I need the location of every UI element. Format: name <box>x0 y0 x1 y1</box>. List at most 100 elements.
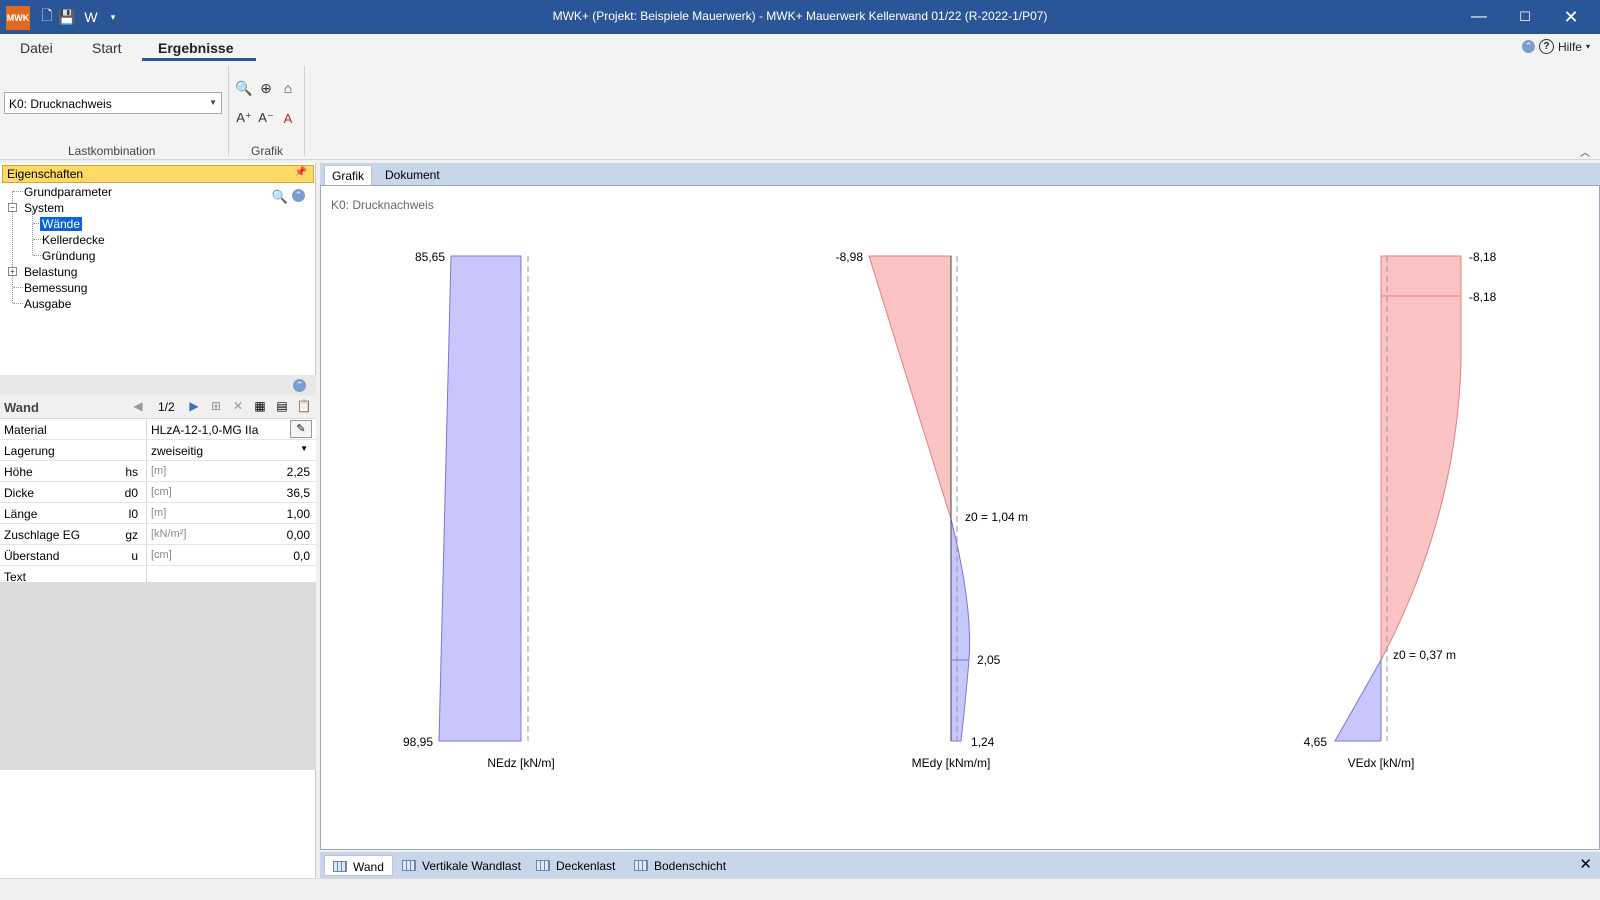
row-label: Höhe <box>4 465 33 479</box>
dicke-field[interactable]: [cm] 36,5 <box>146 482 314 502</box>
row-unit: [cm] <box>151 486 172 498</box>
help-icon: ? <box>1538 39 1554 54</box>
tree-collapse-icon[interactable]: − <box>8 203 17 212</box>
table-icon <box>402 860 416 871</box>
ueberstand-field[interactable]: [cm] 0,0 <box>146 545 314 565</box>
tree-item-belastung[interactable]: Belastung <box>24 265 77 279</box>
close-icon[interactable]: ✕ <box>1579 855 1592 873</box>
collapse-up-icon[interactable]: ⌃ <box>292 189 305 202</box>
tree-guide <box>13 191 23 192</box>
row-symbol: u <box>131 549 138 563</box>
table-row: Länge l0 [m] 1,00 <box>0 503 316 524</box>
window-title: MWK+ (Projekt: Beispiele Mauerwerk) - MW… <box>552 9 1048 23</box>
panel-title: Eigenschaften <box>7 167 84 181</box>
tree-item-kellerdecke[interactable]: Kellerdecke <box>42 233 105 247</box>
material-field[interactable]: HLzA-12-1,0-MG IIa ✎ <box>146 419 314 439</box>
row-symbol: d0 <box>124 486 138 500</box>
tab-dokument[interactable]: Dokument <box>378 165 447 185</box>
tab-start[interactable]: Start <box>92 40 122 56</box>
hoehe-field[interactable]: [m] 2,25 <box>146 461 314 481</box>
tree-guide <box>13 303 23 304</box>
vedx-bottom-label: 4,65 <box>1304 735 1328 749</box>
home-icon[interactable]: ⌂ <box>278 78 298 98</box>
tree-expand-icon[interactable]: + <box>8 267 17 276</box>
title-bar: MWK 🗋 💾 W ▾ MWK+ (Projekt: Beispiele Mau… <box>0 0 1600 34</box>
help-menu[interactable]: ⌃ ? Hilfe ▾ <box>1521 39 1590 54</box>
medy-zero-label: z0 = 1,04 m <box>965 510 1028 524</box>
tab-wand[interactable]: Wand <box>324 855 393 876</box>
row-unit: [m] <box>151 507 167 519</box>
table-icon[interactable]: ▦ <box>252 398 268 414</box>
maximize-icon[interactable]: ☐ <box>1502 0 1548 34</box>
tab-bodenschicht[interactable]: Bodenschicht <box>626 855 734 876</box>
row-symbol: l0 <box>128 507 138 521</box>
internal-forces-diagram: 85,65 98,95 NEdz [kN/m] -8,98 z0 = 1,04 … <box>403 250 1497 770</box>
edit-material-icon[interactable]: ✎ <box>290 420 312 438</box>
zoom-icon[interactable]: 🔍 <box>234 78 254 98</box>
group-separator <box>304 66 305 156</box>
previous-icon[interactable]: ◀ <box>130 398 146 414</box>
tree-item-gruendung[interactable]: Gründung <box>42 249 95 263</box>
tab-ergebnisse[interactable]: Ergebnisse <box>158 40 233 56</box>
table-edit-icon[interactable]: ▤ <box>274 398 290 414</box>
zuschlage-field[interactable]: [kN/m²] 0,00 <box>146 524 314 544</box>
graphic-canvas[interactable]: K0: Drucknachweis 85,65 98,95 NEdz [kN/m… <box>320 185 1600 850</box>
table-row: Überstand u [cm] 0,0 <box>0 545 316 566</box>
collapse-up-icon[interactable]: ⌃ <box>1521 40 1535 53</box>
vedx-axis-label: VEdx [kN/m] <box>1348 756 1415 770</box>
row-unit: [cm] <box>151 549 172 561</box>
ribbon-body: K0: Drucknachweis ▼ Lastkombination 🔍 ⊕ … <box>0 62 1600 160</box>
tab-grafik[interactable]: Grafik <box>324 165 373 185</box>
row-unit: [kN/m²] <box>151 528 187 540</box>
lagerung-select[interactable]: zweiseitig ▼ <box>146 440 314 460</box>
close-icon[interactable]: ✕ <box>1548 0 1594 34</box>
tab-vertikale-wandlast[interactable]: Vertikale Wandlast <box>394 855 529 876</box>
vedx-top-label: -8,18 <box>1469 250 1497 264</box>
section-bar: ⌃ <box>0 375 316 395</box>
tab-label: Wand <box>353 860 384 874</box>
medy-top-label: -8,98 <box>836 250 864 264</box>
delete-icon[interactable]: ✕ <box>230 398 246 414</box>
search-icon[interactable]: 🔍 <box>272 189 288 205</box>
tree-item-waende[interactable]: Wände <box>40 217 83 231</box>
row-value: 36,5 <box>286 486 310 500</box>
tree-item-system[interactable]: System <box>24 201 64 215</box>
vedx-negative-area <box>1380 255 1462 661</box>
properties-panel: Eigenschaften 📌 − + Grundparameter Syste… <box>0 163 316 878</box>
table-row: Lagerung zweiseitig ▼ <box>0 440 316 461</box>
tab-label: Deckenlast <box>556 859 616 873</box>
pin-icon[interactable]: 📌 <box>295 167 307 178</box>
help-label: Hilfe <box>1557 39 1582 54</box>
tree-item-ausgabe[interactable]: Ausgabe <box>24 297 71 311</box>
add-icon[interactable]: ⊞ <box>208 398 224 414</box>
chevron-down-icon: ▼ <box>209 98 217 107</box>
row-label: Überstand <box>4 549 60 563</box>
nedz-top-label: 85,65 <box>415 250 445 264</box>
row-label: Dicke <box>4 486 35 500</box>
wand-label: Wand <box>4 400 39 415</box>
group-label-lastkombination: Lastkombination <box>68 144 156 158</box>
group-label-grafik: Grafik <box>251 144 284 158</box>
table-icon <box>634 860 648 871</box>
tree-item-bemessung[interactable]: Bemessung <box>24 281 87 295</box>
lastkombination-select[interactable]: K0: Drucknachweis ▼ <box>4 92 222 114</box>
collapse-ribbon-icon[interactable]: ︿ <box>1580 144 1590 159</box>
tree-item-grundparameter[interactable]: Grundparameter <box>24 185 112 199</box>
checklist-icon[interactable]: 📋 <box>296 398 312 414</box>
zoom-in-icon[interactable]: ⊕ <box>256 78 276 98</box>
laenge-field[interactable]: [m] 1,00 <box>146 503 314 523</box>
font-decrease-icon[interactable]: A⁻ <box>256 108 276 128</box>
row-symbol: hs <box>125 465 138 479</box>
next-icon[interactable]: ▶ <box>186 398 202 414</box>
row-value: 2,25 <box>286 465 310 479</box>
table-icon <box>333 861 347 872</box>
tab-deckenlast[interactable]: Deckenlast <box>528 855 623 876</box>
minimize-icon[interactable]: — <box>1456 0 1502 34</box>
font-style-icon[interactable]: A <box>278 108 298 128</box>
collapse-up-icon[interactable]: ⌃ <box>293 379 306 392</box>
lastkombination-value: K0: Drucknachweis <box>9 97 112 111</box>
tab-datei[interactable]: Datei <box>20 40 53 56</box>
row-symbol: gz <box>125 528 138 542</box>
medy-axis-label: MEdy [kNm/m] <box>912 756 991 770</box>
font-increase-icon[interactable]: A⁺ <box>234 108 254 128</box>
